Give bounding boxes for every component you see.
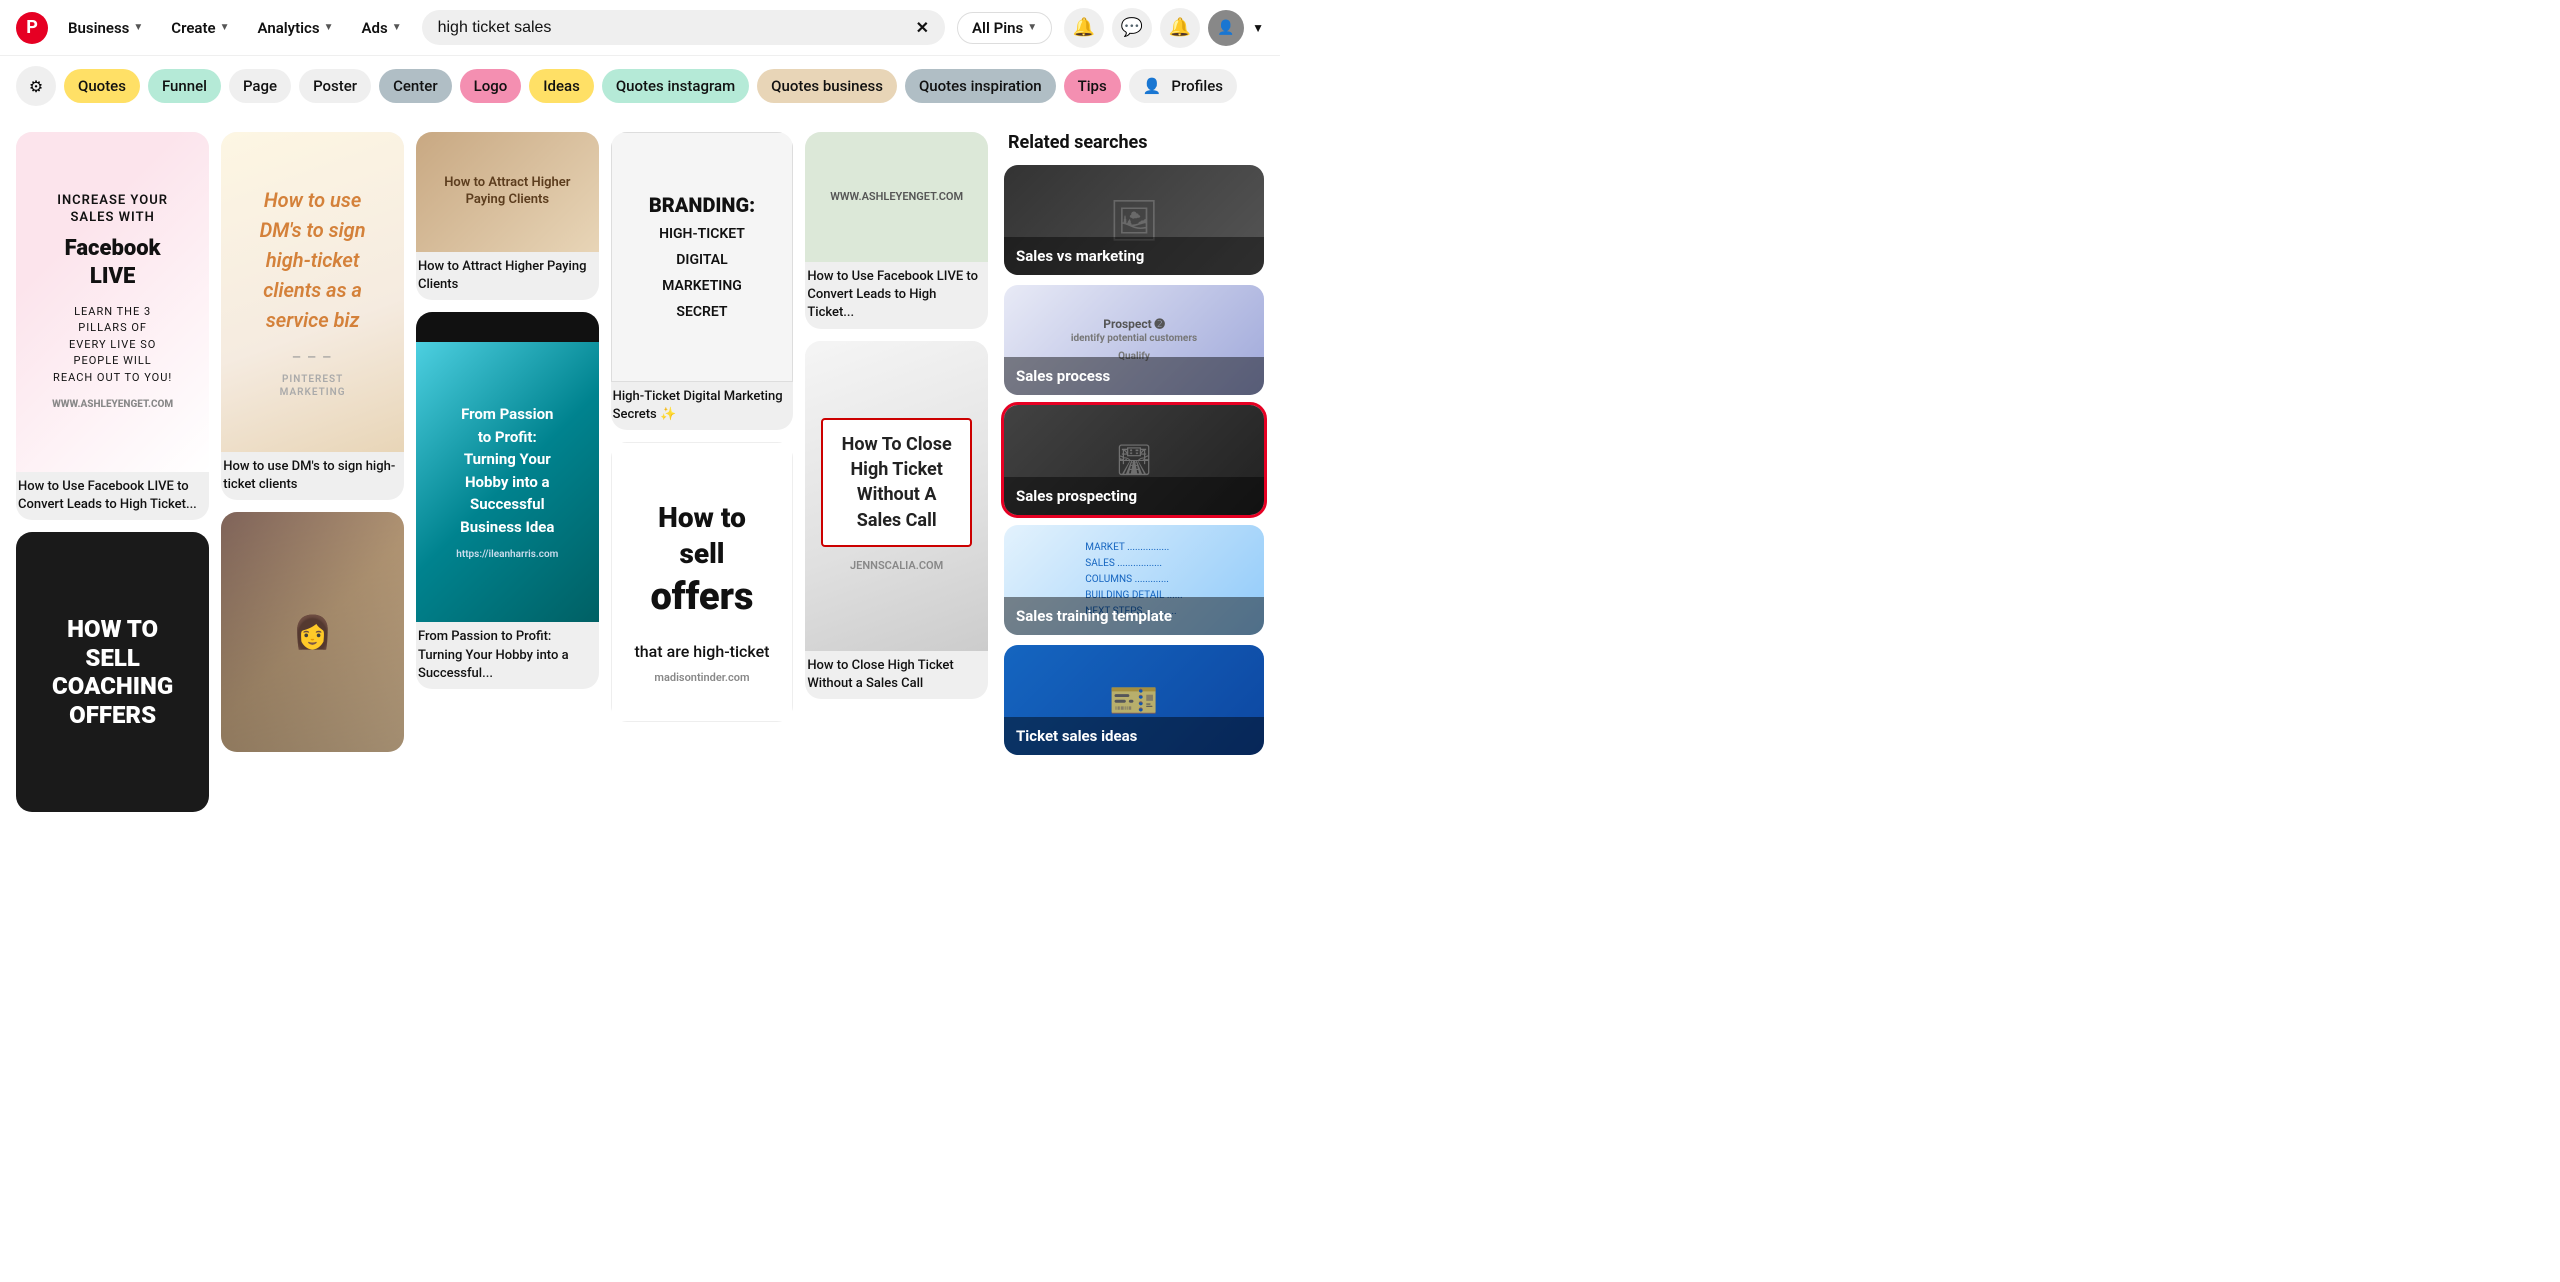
nav-analytics[interactable]: Analytics ▼: [250, 13, 342, 43]
notifications-bell[interactable]: 🔔: [1064, 8, 1104, 48]
filter-quotes-business[interactable]: Quotes business: [757, 69, 897, 103]
alerts-button[interactable]: 🔔: [1160, 8, 1200, 48]
pin-passion-caption: From Passion to Profit: Turning Your Hob…: [416, 622, 599, 689]
filter-funnel[interactable]: Funnel: [148, 69, 221, 103]
related-label-sales-training: Sales training template: [1004, 597, 1264, 635]
filter-ideas[interactable]: Ideas: [529, 69, 594, 103]
nav-ads[interactable]: Ads ▼: [354, 13, 410, 43]
search-input[interactable]: [438, 19, 908, 37]
pin-attract-clients[interactable]: How to Attract Higher Paying Clients How…: [416, 132, 599, 300]
nav-create[interactable]: Create ▼: [163, 13, 237, 43]
pin-fb-live2[interactable]: WWW.ASHLEYENGET.COM How to Use Facebook …: [805, 132, 988, 329]
related-label-sales-vs-marketing: Sales vs marketing: [1004, 237, 1264, 275]
header-icons: 🔔 💬 🔔 👤 ▼: [1064, 8, 1264, 48]
related-label-sales-process: Sales process: [1004, 357, 1264, 395]
pin-close-ticket-caption: How to Close High Ticket Without a Sales…: [805, 651, 988, 699]
related-card-sales-vs-marketing[interactable]: 🖼 Sales vs marketing: [1004, 165, 1264, 275]
analytics-arrow: ▼: [324, 22, 334, 33]
right-sidebar: Related searches 🖼 Sales vs marketing Pr…: [1004, 132, 1264, 812]
business-arrow: ▼: [133, 22, 143, 33]
nav-business[interactable]: Business ▼: [60, 13, 151, 43]
pin-dms-caption: How to use DM's to sign high-ticket clie…: [221, 452, 404, 500]
pin-branding-caption: High-Ticket Digital Marketing Secrets ✨: [611, 382, 794, 430]
pins-column-2: How to useDM's to signhigh-ticketclients…: [221, 132, 404, 812]
ads-arrow: ▼: [392, 22, 402, 33]
profile-expand-arrow[interactable]: ▼: [1252, 21, 1264, 35]
messages-button[interactable]: 💬: [1112, 8, 1152, 48]
filter-center[interactable]: Center: [379, 69, 452, 103]
filter-settings-button[interactable]: ⚙: [16, 66, 56, 106]
pin-close-ticket[interactable]: How To Close High Ticket Without A Sales…: [805, 341, 988, 699]
filter-tips[interactable]: Tips: [1064, 69, 1121, 103]
pin-fb-live-caption: How to Use Facebook LIVE to Convert Lead…: [16, 472, 209, 520]
pins-column-4: BRANDING: HIGH-TICKET DIGITALMARKETING S…: [611, 132, 794, 812]
filter-logo[interactable]: Logo: [460, 69, 522, 103]
filter-bar: ⚙ Quotes Funnel Page Poster Center Logo …: [0, 56, 1280, 116]
pin-passion-profit[interactable]: From Passionto Profit:Turning YourHobby …: [416, 312, 599, 689]
pin-dms-sign[interactable]: How to useDM's to signhigh-ticketclients…: [221, 132, 404, 500]
pins-column-3: How to Attract Higher Paying Clients How…: [416, 132, 599, 812]
pins-grid: Increase Your Sales with FacebookLIVE LE…: [16, 132, 988, 812]
create-arrow: ▼: [220, 22, 230, 33]
pin-sell-coaching[interactable]: HOW TOSELLCOACHINGOFFERS: [16, 532, 209, 812]
all-pins-arrow: ▼: [1027, 22, 1037, 33]
related-card-sales-process[interactable]: Prospect ➋ identify potential customers …: [1004, 285, 1264, 395]
pins-column-5: WWW.ASHLEYENGET.COM How to Use Facebook …: [805, 132, 988, 812]
related-card-sales-prospecting[interactable]: 🛣 Sales prospecting: [1004, 405, 1264, 515]
pin-fb-live2-caption: How to Use Facebook LIVE to Convert Lead…: [805, 262, 988, 329]
pins-column-1: Increase Your Sales with FacebookLIVE LE…: [16, 132, 209, 812]
related-card-sales-training[interactable]: MARKET ................ SALES ..........…: [1004, 525, 1264, 635]
filter-quotes-inspiration[interactable]: Quotes inspiration: [905, 69, 1056, 103]
filter-quotes-instagram[interactable]: Quotes instagram: [602, 69, 749, 103]
filter-profiles[interactable]: 👤 Profiles: [1129, 69, 1237, 103]
pin-fb-live[interactable]: Increase Your Sales with FacebookLIVE LE…: [16, 132, 209, 520]
search-bar: ✕: [422, 10, 945, 45]
filter-quotes[interactable]: Quotes: [64, 69, 140, 103]
filter-poster[interactable]: Poster: [299, 69, 371, 103]
filter-page[interactable]: Page: [229, 69, 291, 103]
pin-branding[interactable]: BRANDING: HIGH-TICKET DIGITALMARKETING S…: [611, 132, 794, 430]
pinterest-logo[interactable]: P: [16, 12, 48, 44]
user-avatar[interactable]: 👤: [1208, 10, 1244, 46]
search-clear-button[interactable]: ✕: [916, 18, 929, 37]
related-searches-title: Related searches: [1004, 132, 1264, 153]
pin-attract-caption: How to Attract Higher Paying Clients: [416, 252, 599, 300]
pin-sell-offers[interactable]: How to sell offers that are high-ticket …: [611, 442, 794, 722]
related-card-ticket-sales[interactable]: 🎫 Ticket sales ideas: [1004, 645, 1264, 755]
main-content: Increase Your Sales with FacebookLIVE LE…: [0, 116, 1280, 828]
all-pins-filter[interactable]: All Pins ▼: [957, 12, 1052, 44]
header: P Business ▼ Create ▼ Analytics ▼ Ads ▼ …: [0, 0, 1280, 56]
related-label-ticket-sales: Ticket sales ideas: [1004, 717, 1264, 755]
related-label-sales-prospecting: Sales prospecting: [1004, 477, 1264, 515]
pin-woman-video[interactable]: 👩: [221, 512, 404, 752]
